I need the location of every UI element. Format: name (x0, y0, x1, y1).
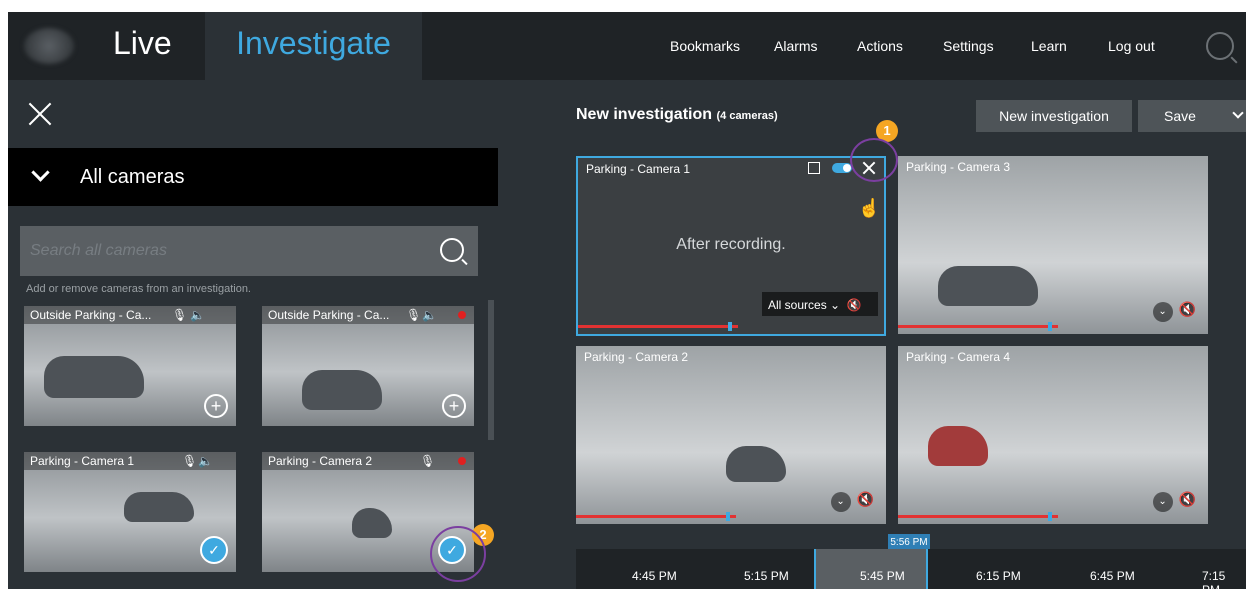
timeline-tick: 6:45 PM (1090, 569, 1135, 583)
microphone-icon: 🎙 (406, 308, 422, 322)
timeline-tick: 4:45 PM (632, 569, 677, 583)
investigation-title: New investigation (4 cameras) (576, 106, 778, 123)
speaker-icon: 🔈 (198, 454, 213, 468)
recording-bar (578, 325, 738, 328)
microphone-icon: 🎙 (420, 454, 436, 468)
expand-icon[interactable] (808, 162, 820, 174)
camera-scene (938, 266, 1038, 306)
recording-bar (898, 515, 1058, 518)
highlight-ring (850, 138, 898, 182)
chevron-down-icon (1232, 107, 1244, 119)
camera-group-header[interactable]: All cameras (8, 148, 498, 206)
camera-thumbnail[interactable]: Parking - Camera 1 🎙 🔈 ✓ (24, 452, 236, 572)
video-status: After recording. (676, 236, 786, 253)
playhead-marker (726, 512, 730, 521)
playhead-marker (728, 322, 732, 331)
timeline-tick: 7:15 PM (1202, 569, 1226, 589)
tab-investigate[interactable]: Investigate (205, 12, 422, 80)
investigation-panel: New investigation (4 cameras) New invest… (568, 80, 1246, 589)
recording-icon (458, 311, 466, 319)
close-icon[interactable] (28, 102, 52, 126)
chevron-down-icon (31, 163, 50, 182)
speaker-icon: 🔈 (190, 308, 205, 322)
microphone-icon: 🎙 (182, 454, 198, 468)
nav-actions[interactable]: Actions (857, 38, 903, 54)
video-tile[interactable]: Parking - Camera 4 ⌄ 🔇 (898, 346, 1208, 524)
video-name: Parking - Camera 2 (584, 350, 689, 364)
add-camera-button[interactable]: + (442, 394, 466, 418)
camera-scene (352, 508, 392, 538)
camera-scene (726, 446, 786, 482)
nav-bookmarks[interactable]: Bookmarks (670, 38, 740, 54)
sources-label: All sources ⌄ 🔇 (768, 298, 862, 312)
audio-controls[interactable]: ⌄ 🔇 (1152, 491, 1196, 512)
selection-end-handle[interactable] (926, 549, 928, 589)
search-icon[interactable] (1206, 32, 1234, 60)
microphone-icon: 🎙 (172, 308, 188, 322)
camera-scene (928, 426, 988, 466)
camera-search-input[interactable]: Search all cameras (20, 226, 478, 276)
playhead-marker (1048, 512, 1052, 521)
timeline-tick: 6:15 PM (976, 569, 1021, 583)
video-tile[interactable]: Parking - Camera 3 ⌄ 🔇 (898, 156, 1208, 334)
nav-learn[interactable]: Learn (1031, 38, 1067, 54)
camera-scene (124, 492, 194, 522)
video-name: Parking - Camera 3 (906, 160, 1011, 174)
nav-logout[interactable]: Log out (1108, 38, 1155, 54)
camera-name: Parking - Camera 2 (262, 452, 474, 470)
video-tile[interactable]: Parking - Camera 2 ⌄ 🔇 (576, 346, 886, 524)
recording-bar (576, 515, 736, 518)
video-name: Parking - Camera 4 (906, 350, 1011, 364)
nav-settings[interactable]: Settings (943, 38, 994, 54)
recording-icon (458, 457, 466, 465)
new-investigation-button[interactable]: New investigation (976, 100, 1132, 132)
camera-thumbnail[interactable]: Outside Parking - Ca... 🎙 🔈 + (24, 306, 236, 426)
search-placeholder: Search all cameras (30, 242, 167, 259)
timeline[interactable]: 4:45 PM 5:15 PM 5:45 PM 6:15 PM 6:45 PM … (576, 549, 1246, 589)
nav-alarms[interactable]: Alarms (774, 38, 818, 54)
sidebar-scrollbar[interactable] (488, 300, 494, 440)
cursor-hand-icon: ☝ (858, 198, 881, 218)
toggle-switch[interactable] (832, 163, 852, 173)
add-camera-button[interactable]: + (204, 394, 228, 418)
highlight-ring (430, 526, 486, 582)
audio-controls[interactable]: ⌄ 🔇 (830, 491, 874, 512)
audio-controls[interactable]: ⌄ 🔇 (1152, 301, 1196, 322)
logo (24, 28, 74, 64)
tab-live[interactable]: Live (113, 12, 172, 80)
playhead-marker (1048, 322, 1052, 331)
selection-start-handle[interactable] (814, 549, 816, 589)
camera-name: Outside Parking - Ca... (262, 306, 474, 324)
camera-scene (302, 370, 382, 410)
save-button[interactable]: Save (1138, 100, 1246, 132)
timeline-tick: 5:15 PM (744, 569, 789, 583)
recording-bar (898, 325, 1058, 328)
video-tile[interactable]: Parking - Camera 1 After recording. All … (576, 156, 886, 336)
timeline-tick: 5:45 PM (860, 569, 905, 583)
top-bar: Live Investigate Bookmarks Alarms Action… (8, 12, 1246, 80)
search-icon[interactable] (440, 238, 464, 262)
camera-thumbnail[interactable]: Outside Parking - Ca... 🎙 🔈 + (262, 306, 474, 426)
camera-scene (44, 356, 144, 398)
camera-selected-icon[interactable]: ✓ (200, 536, 228, 564)
video-name: Parking - Camera 1 (586, 162, 691, 176)
camera-group-label: All cameras (80, 166, 185, 188)
app-window: Live Investigate Bookmarks Alarms Action… (8, 12, 1246, 589)
speaker-icon: 🔈 (422, 308, 437, 322)
search-hint: Add or remove cameras from an investigat… (26, 283, 251, 295)
